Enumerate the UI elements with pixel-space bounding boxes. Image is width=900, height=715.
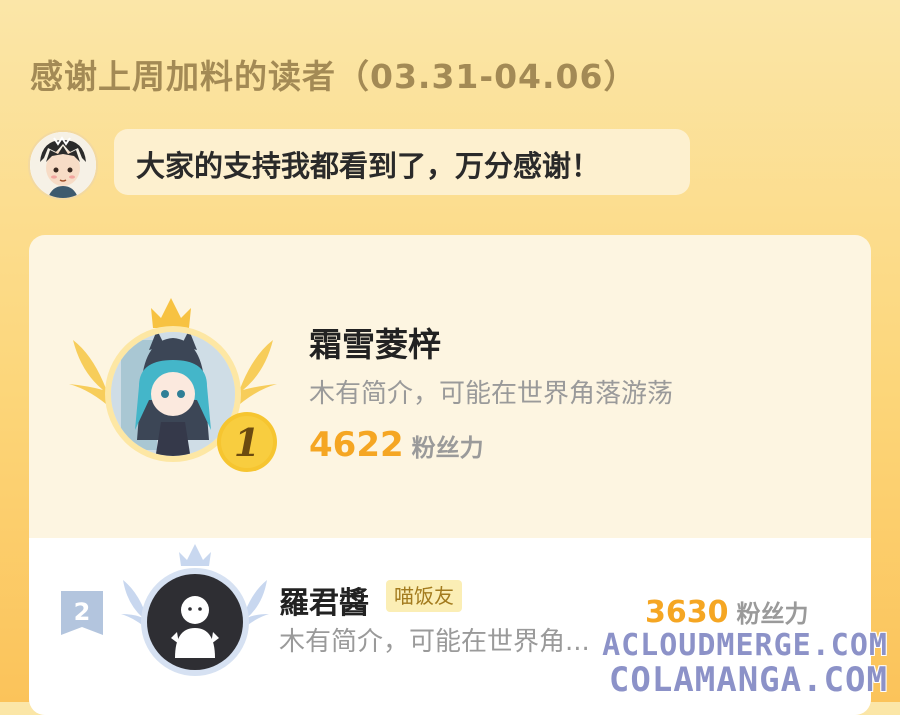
- author-message-text: 大家的支持我都看到了，万分感谢！: [136, 149, 601, 183]
- author-avatar[interactable]: [28, 130, 98, 200]
- author-avatar-illustration: [30, 132, 96, 198]
- rank-1-username[interactable]: 霜雪菱梓: [309, 318, 441, 366]
- watermark-text: COLAMANGA.COM: [608, 660, 888, 700]
- rank-2-fans-value: 3630: [645, 595, 729, 630]
- rank-2-number: 2: [74, 598, 91, 626]
- rank-2-badge: 2: [61, 591, 103, 639]
- rank-2-fans-label: 粉丝力: [736, 600, 809, 628]
- watermark-text: ACLOUDMERGE.COM: [602, 628, 888, 663]
- rank-1-fans-value: 4622: [309, 425, 404, 465]
- crown-icon: [179, 544, 211, 566]
- crown-icon: [151, 298, 191, 328]
- rank-2-fans: 3630 粉丝力: [645, 594, 809, 630]
- rank-1-bio: 木有简介，可能在世界角落游荡: [309, 379, 674, 409]
- rank-1-number: 1: [234, 420, 260, 465]
- rank-2-tag: 喵饭友: [386, 580, 462, 612]
- rank-2-username[interactable]: 羅君醬: [279, 578, 369, 622]
- rank-1-fans: 4622 粉丝力: [309, 425, 484, 465]
- rank-1-emblem: 1: [69, 290, 279, 494]
- rank-1-fans-label: 粉丝力: [411, 434, 484, 462]
- page-title: 感谢上周加料的读者（03.31-04.06）: [30, 57, 638, 96]
- rank-2-bio: 木有简介，可能在世界角...: [279, 627, 590, 657]
- rank-2-emblem: [121, 540, 271, 694]
- author-message-bubble: 大家的支持我都看到了，万分感谢！: [114, 129, 690, 195]
